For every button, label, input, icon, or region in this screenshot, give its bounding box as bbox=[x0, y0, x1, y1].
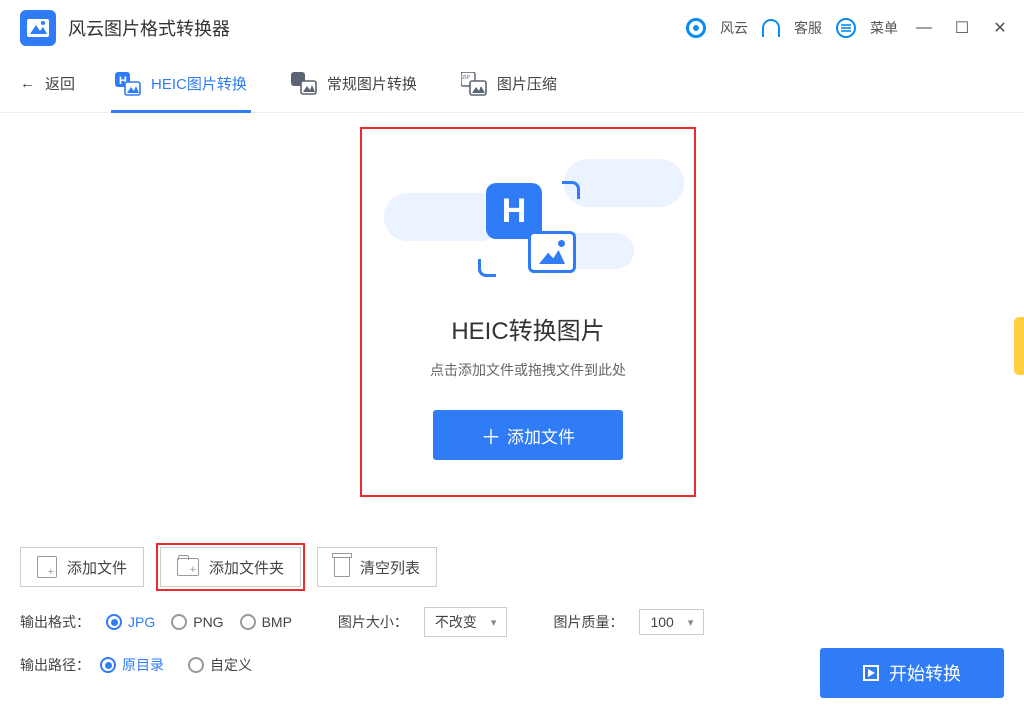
toolbar: ← 返回 H HEIC图片转换 常规图片转换 ZIP 图片压缩 bbox=[0, 55, 1024, 113]
folder-plus-icon bbox=[177, 558, 199, 576]
tab-compress[interactable]: ZIP 图片压缩 bbox=[457, 56, 561, 112]
brand-target-icon[interactable] bbox=[686, 18, 706, 38]
arrow-left-icon: ← bbox=[20, 75, 35, 92]
quality-label: 图片质量： bbox=[553, 612, 623, 632]
tab-normal-convert[interactable]: 常规图片转换 bbox=[287, 56, 421, 112]
menu-label[interactable]: 菜单 bbox=[870, 18, 898, 38]
tab-label: 图片压缩 bbox=[497, 73, 557, 94]
format-label: 输出格式： bbox=[20, 612, 90, 632]
menu-icon[interactable] bbox=[836, 18, 856, 38]
play-icon bbox=[863, 665, 879, 681]
dropzone-title: HEIC转换图片 bbox=[451, 311, 604, 346]
normal-tab-icon bbox=[291, 72, 317, 96]
right-edge-tab[interactable] bbox=[1014, 317, 1024, 375]
headset-icon[interactable] bbox=[762, 19, 780, 37]
plus-icon: ＋ bbox=[481, 421, 501, 450]
radio-label: JPG bbox=[128, 614, 155, 630]
dropzone-subtitle: 点击添加文件或拖拽文件到此处 bbox=[430, 360, 626, 380]
add-file-primary-button[interactable]: ＋ 添加文件 bbox=[433, 410, 623, 460]
size-label: 图片大小： bbox=[338, 612, 408, 632]
tab-label: 常规图片转换 bbox=[327, 73, 417, 94]
size-value: 不改变 bbox=[435, 612, 477, 632]
button-label: 清空列表 bbox=[360, 557, 420, 578]
radio-dot-icon bbox=[188, 657, 204, 673]
radio-path-custom[interactable]: 自定义 bbox=[188, 655, 252, 675]
compress-tab-icon: ZIP bbox=[461, 72, 487, 96]
quality-value: 100 bbox=[650, 614, 673, 630]
quality-select[interactable]: 100 bbox=[639, 609, 704, 635]
add-file-button-label: 添加文件 bbox=[507, 423, 575, 448]
window-close-button[interactable]: ✕ bbox=[988, 18, 1012, 38]
trash-icon bbox=[334, 557, 350, 577]
radio-dot-icon bbox=[106, 614, 122, 630]
app-logo-icon bbox=[20, 10, 56, 46]
add-folder-button[interactable]: 添加文件夹 bbox=[160, 547, 301, 587]
app-title: 风云图片格式转换器 bbox=[68, 15, 686, 41]
heic-hero-icon: H bbox=[482, 183, 574, 275]
radio-format-bmp[interactable]: BMP bbox=[240, 614, 292, 630]
dropzone[interactable]: H HEIC转换图片 点击添加文件或拖拽文件到此处 ＋ 添加文件 bbox=[360, 127, 696, 497]
file-plus-icon bbox=[37, 556, 57, 578]
back-button[interactable]: ← 返回 bbox=[20, 73, 75, 94]
cloud-decor-icon bbox=[564, 159, 684, 207]
path-label: 输出路径： bbox=[20, 655, 90, 675]
radio-label: BMP bbox=[262, 614, 292, 630]
window-maximize-button[interactable]: ☐ bbox=[950, 18, 974, 38]
add-file-button[interactable]: 添加文件 bbox=[20, 547, 144, 587]
brand-label[interactable]: 风云 bbox=[720, 18, 748, 38]
back-label: 返回 bbox=[45, 73, 75, 94]
button-label: 添加文件 bbox=[67, 557, 127, 578]
radio-label: 自定义 bbox=[210, 655, 252, 675]
main-area: H HEIC转换图片 点击添加文件或拖拽文件到此处 ＋ 添加文件 bbox=[0, 113, 1024, 533]
tab-heic-convert[interactable]: H HEIC图片转换 bbox=[111, 56, 251, 112]
start-button-label: 开始转换 bbox=[889, 660, 961, 686]
radio-dot-icon bbox=[171, 614, 187, 630]
options-row: 输出格式： JPG PNG BMP 图片大小： 不改变 图片质量： 100 bbox=[0, 589, 1024, 637]
start-convert-button[interactable]: 开始转换 bbox=[820, 648, 1004, 698]
radio-dot-icon bbox=[100, 657, 116, 673]
size-select[interactable]: 不改变 bbox=[424, 607, 508, 637]
window-minimize-button[interactable]: — bbox=[912, 19, 936, 37]
radio-dot-icon bbox=[240, 614, 256, 630]
highlight-box-icon: 添加文件夹 bbox=[156, 543, 305, 591]
clear-list-button[interactable]: 清空列表 bbox=[317, 547, 437, 587]
action-bar: 添加文件 添加文件夹 清空列表 bbox=[0, 533, 1024, 589]
radio-format-jpg[interactable]: JPG bbox=[106, 614, 155, 630]
heic-tab-icon: H bbox=[115, 72, 141, 96]
tab-label: HEIC图片转换 bbox=[151, 73, 247, 94]
titlebar: 风云图片格式转换器 风云 客服 菜单 — ☐ ✕ bbox=[0, 0, 1024, 55]
radio-path-original[interactable]: 原目录 bbox=[100, 655, 164, 675]
svg-text:ZIP: ZIP bbox=[462, 75, 470, 81]
radio-label: PNG bbox=[193, 614, 223, 630]
radio-label: 原目录 bbox=[122, 655, 164, 675]
service-label[interactable]: 客服 bbox=[794, 18, 822, 38]
button-label: 添加文件夹 bbox=[209, 557, 284, 578]
radio-format-png[interactable]: PNG bbox=[171, 614, 223, 630]
